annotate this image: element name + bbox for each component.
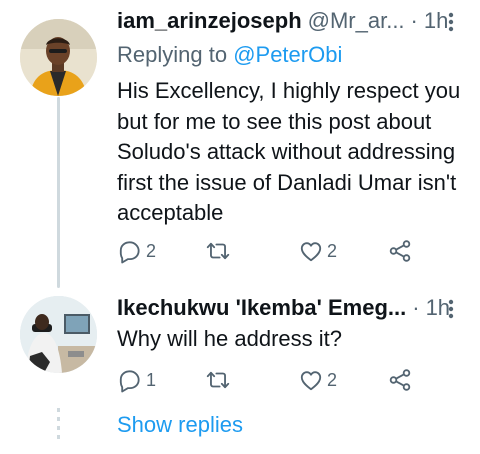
avatar[interactable] <box>20 296 97 373</box>
separator-dot: · <box>412 295 420 320</box>
share-button[interactable] <box>387 367 413 393</box>
avatar-photo <box>20 19 97 96</box>
share-icon <box>387 238 413 264</box>
retweet-button[interactable] <box>205 367 234 393</box>
replying-to-link[interactable]: @PeterObi <box>233 42 342 67</box>
like-button[interactable]: 2 <box>298 367 337 393</box>
heart-icon <box>298 238 324 264</box>
like-button[interactable]: 2 <box>298 238 337 264</box>
comment-icon <box>117 367 143 393</box>
like-count: 2 <box>327 240 338 261</box>
tweet-header: iam_arinzejoseph @Mr_ar... · 1h <box>117 8 448 34</box>
more-vertical-icon[interactable] <box>447 298 455 326</box>
retweet-button[interactable] <box>205 238 234 264</box>
username[interactable]: iam_arinzejoseph <box>117 8 302 34</box>
retweet-icon <box>205 238 231 264</box>
avatar-photo <box>20 296 97 373</box>
tweet-text: Why will he address it? <box>117 326 342 351</box>
tweet-header: Ikechukwu 'Ikemba' Emeg... · 1h <box>117 295 450 321</box>
tweet-actions: 2 2 <box>117 238 417 266</box>
thread-continuation-dots <box>57 408 60 442</box>
reply-button[interactable]: 1 <box>117 367 156 393</box>
heart-icon <box>298 367 324 393</box>
tweet-time[interactable]: 1h <box>424 8 448 34</box>
show-replies-link[interactable]: Show replies <box>117 412 243 438</box>
reply-button[interactable]: 2 <box>117 238 156 264</box>
reply-count: 1 <box>146 369 157 390</box>
thread-line <box>57 97 60 288</box>
separator-dot: · <box>410 8 418 33</box>
replying-to-label: Replying to <box>117 42 234 67</box>
tweet-text: His Excellency, I highly respect you but… <box>117 78 461 225</box>
user-handle[interactable]: @Mr_ar... <box>308 8 405 34</box>
username[interactable]: Ikechukwu 'Ikemba' Emeg... <box>117 295 406 321</box>
more-vertical-icon[interactable] <box>447 11 455 39</box>
retweet-icon <box>205 367 231 393</box>
like-count: 2 <box>327 369 338 390</box>
tweet-actions: 1 2 <box>117 367 417 395</box>
share-icon <box>387 367 413 393</box>
comment-icon <box>117 238 143 264</box>
reply-count: 2 <box>146 240 157 261</box>
avatar[interactable] <box>20 19 97 96</box>
share-button[interactable] <box>387 238 413 264</box>
replying-to: Replying to @PeterObi <box>117 42 342 68</box>
